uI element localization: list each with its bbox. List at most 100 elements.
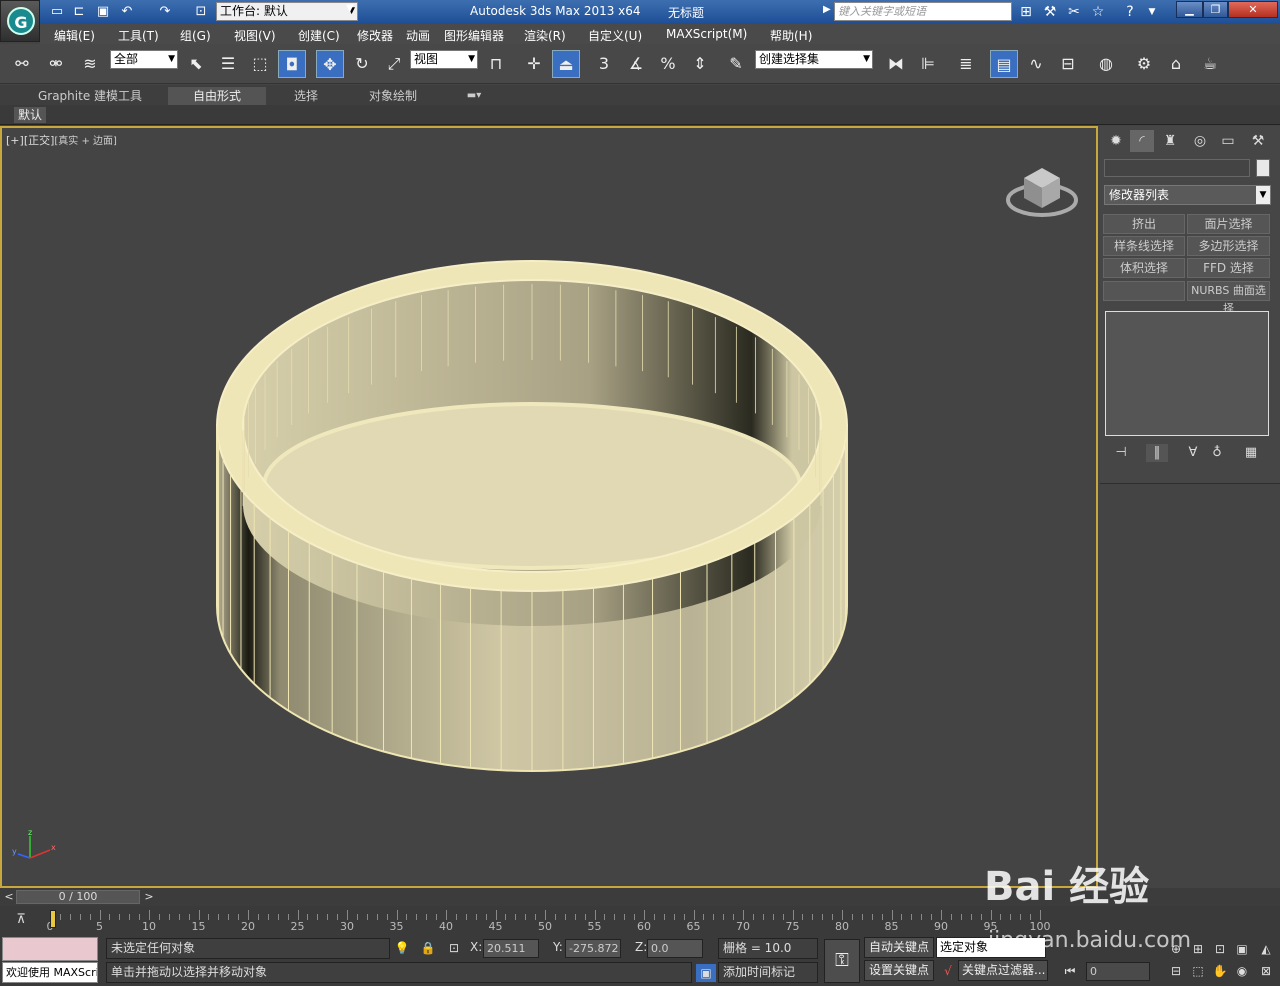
curve-editor-icon[interactable]: ∿ — [1022, 50, 1050, 78]
key-filters-button[interactable]: 关键点过滤器... — [958, 960, 1048, 981]
tab-selection[interactable]: 选择 — [276, 87, 336, 105]
named-selection-dropdown[interactable]: 创建选择集 ▼ — [755, 50, 873, 69]
percent-snap-icon[interactable]: % — [654, 50, 682, 78]
menu-maxscript[interactable]: MAXScript(M) — [666, 27, 747, 41]
render-production-icon[interactable]: ☕ — [1196, 50, 1224, 78]
graphite-toggle-icon[interactable]: ▤ — [990, 50, 1018, 78]
search-input[interactable]: 键入关键字或短语 — [834, 2, 1012, 21]
tab-object-paint[interactable]: 对象绘制 — [360, 87, 426, 105]
mirror-icon[interactable]: ⧓ — [882, 50, 910, 78]
key-icon[interactable]: ⚿ — [824, 939, 860, 983]
rendered-frame-window-icon[interactable]: ⌂ — [1162, 50, 1190, 78]
go-to-start-icon[interactable]: ⏮ — [1060, 962, 1080, 980]
align-icon[interactable]: ⊫ — [914, 50, 942, 78]
app-menu-button[interactable]: G — [0, 0, 40, 42]
display-tab-icon[interactable]: ▭ — [1216, 130, 1240, 152]
y-coordinate-field[interactable]: -275.872 — [565, 939, 621, 958]
project-folder-icon[interactable]: ⊡ — [192, 3, 210, 21]
time-slider-handle[interactable]: 0 / 100 — [16, 890, 140, 904]
zoom-extents-icon[interactable]: ⊡ — [1210, 940, 1230, 958]
menu-rendering[interactable]: 渲染(R) — [524, 27, 566, 44]
material-editor-icon[interactable]: ◍ — [1092, 50, 1120, 78]
select-rotate-icon[interactable]: ↻ — [348, 50, 376, 78]
undo-icon[interactable]: ↶ — [118, 3, 136, 21]
edit-named-selection-icon[interactable]: ✎ — [722, 50, 750, 78]
hierarchy-tab-icon[interactable]: ♜ — [1158, 130, 1182, 152]
ffd-select-button[interactable]: FFD 选择 — [1187, 258, 1270, 278]
cylinder-tube-object[interactable] — [2, 128, 1096, 886]
patch-select-button[interactable]: 面片选择 — [1187, 214, 1270, 234]
utilities-tab-icon[interactable]: ⚒ — [1246, 130, 1270, 152]
absolute-mode-icon[interactable]: ⊡ — [444, 939, 464, 957]
render-setup-icon[interactable]: ⚙ — [1130, 50, 1158, 78]
extrude-button[interactable]: 挤出 — [1103, 214, 1185, 234]
region-zoom-icon[interactable]: ⊟ — [1166, 962, 1186, 980]
nurbs-select-button[interactable]: NURBS 曲面选择 — [1187, 281, 1270, 315]
tab-graphite[interactable]: Graphite 建模工具 — [30, 87, 150, 105]
current-frame-field[interactable]: 0 — [1086, 962, 1150, 981]
ribbon-options-icon[interactable]: ▬▾ — [462, 87, 486, 105]
maxscript-mini-listener[interactable]: 欢迎使用 MAXScri — [2, 962, 98, 983]
zoom-extents-all-icon[interactable]: ▣ — [1232, 940, 1252, 958]
search-expand-icon[interactable]: ▶ — [823, 4, 831, 15]
select-manipulate-icon[interactable]: ✛ — [520, 50, 548, 78]
menu-customize[interactable]: 自定义(U) — [588, 27, 642, 44]
communication-icon[interactable]: ✂ — [1064, 3, 1084, 21]
tab-freeform[interactable]: 自由形式 — [168, 87, 266, 105]
new-file-icon[interactable]: ▭ — [48, 3, 66, 21]
prev-frame-icon[interactable]: < — [2, 890, 16, 904]
snaps-toggle-icon[interactable]: 3 — [590, 50, 618, 78]
close-button[interactable]: ✕ — [1228, 1, 1278, 18]
orbit-icon[interactable]: ◉ — [1232, 962, 1252, 980]
restore-button[interactable]: ❐ — [1203, 1, 1228, 18]
select-move-icon[interactable]: ✥ — [316, 50, 344, 78]
subscription-icon[interactable]: ⚒ — [1040, 3, 1060, 21]
remove-modifier-icon[interactable]: ♁ — [1206, 444, 1228, 462]
menu-help[interactable]: 帮助(H) — [770, 27, 812, 44]
layer-manager-icon[interactable]: ≣ — [952, 50, 980, 78]
pan-view-icon[interactable]: ✋ — [1210, 962, 1230, 980]
spinner-snap-icon[interactable]: ⇕ — [686, 50, 714, 78]
schematic-view-icon[interactable]: ⊟ — [1054, 50, 1082, 78]
help-dropdown-icon[interactable]: ▼ — [1142, 3, 1162, 21]
pivot-center-icon[interactable]: ⊓ — [482, 50, 510, 78]
menu-group[interactable]: 组(G) — [180, 27, 211, 44]
minimize-button[interactable]: ▁ — [1176, 1, 1203, 18]
favorites-star-icon[interactable]: ☆ — [1088, 3, 1108, 21]
window-crossing-icon[interactable]: ◘ — [278, 50, 306, 78]
menu-graph-editors[interactable]: 图形编辑器 — [444, 27, 504, 44]
menu-tools[interactable]: 工具(T) — [118, 27, 159, 44]
empty-modifier-button[interactable] — [1103, 281, 1185, 301]
next-frame-icon[interactable]: > — [142, 890, 156, 904]
modifier-list-dropdown[interactable]: 修改器列表 ▼ — [1104, 185, 1271, 205]
select-object-icon[interactable]: ⬉ — [182, 50, 210, 78]
default-button[interactable]: 默认 — [14, 107, 46, 123]
reference-coord-dropdown[interactable]: 视图 ▼ — [410, 50, 478, 69]
frame-ruler[interactable]: 0510152025303540455055606570758085909510… — [47, 908, 1051, 934]
current-frame-marker[interactable] — [50, 910, 56, 928]
workspace-expand-icon[interactable]: ▼ — [346, 3, 354, 14]
selection-filter-dropdown[interactable]: 全部 ▼ — [110, 50, 178, 69]
bind-spacewarp-icon[interactable]: ≋ — [76, 50, 104, 78]
unlink-icon[interactable]: ⚮ — [42, 50, 70, 78]
open-file-icon[interactable]: ⊏ — [70, 3, 88, 21]
help-icon[interactable]: ? — [1120, 3, 1140, 21]
create-tab-icon[interactable]: ✹ — [1104, 130, 1128, 152]
spline-select-button[interactable]: 样条线选择 — [1103, 236, 1185, 256]
time-tag-icon[interactable]: ▣ — [696, 964, 716, 982]
object-name-field[interactable] — [1104, 159, 1250, 177]
menu-create[interactable]: 创建(C) — [298, 27, 340, 44]
x-coordinate-field[interactable]: 20.511 — [483, 939, 539, 958]
angle-snap-icon[interactable]: ∡ — [622, 50, 650, 78]
select-scale-icon[interactable]: ⤢ — [380, 50, 408, 78]
maxscript-listener[interactable] — [2, 937, 98, 961]
menu-animation[interactable]: 动画 — [406, 27, 430, 44]
menu-edit[interactable]: 编辑(E) — [54, 27, 95, 44]
add-time-tag-button[interactable]: 添加时间标记 — [718, 962, 818, 983]
poly-select-button[interactable]: 多边形选择 — [1187, 236, 1270, 256]
keyboard-shortcut-override-icon[interactable]: ⏏ — [552, 50, 580, 78]
menu-modifiers[interactable]: 修改器 — [357, 27, 393, 44]
modify-tab-icon[interactable]: ◜ — [1130, 130, 1154, 152]
save-icon[interactable]: ▣ — [94, 3, 112, 21]
make-unique-icon[interactable]: ∀ — [1182, 444, 1204, 462]
